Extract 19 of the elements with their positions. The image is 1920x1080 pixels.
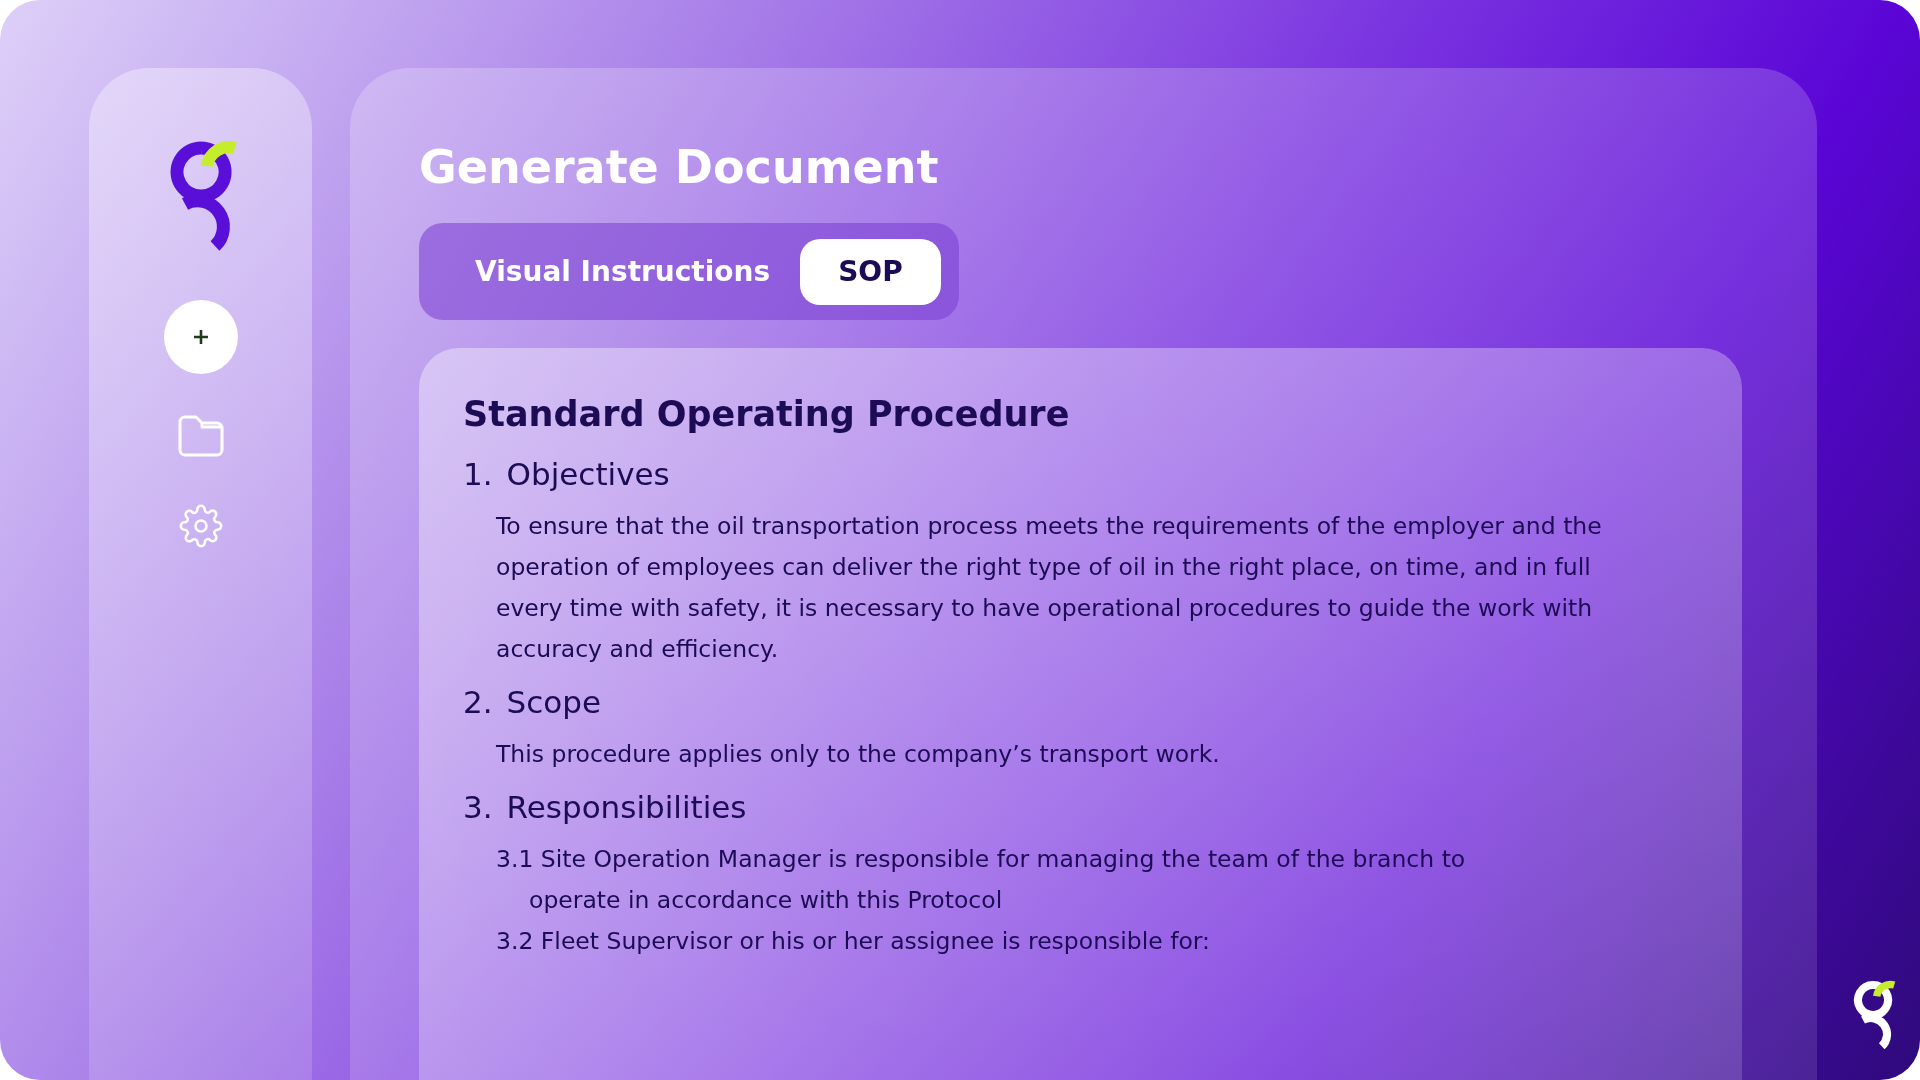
folder-icon	[176, 414, 225, 458]
document-title: Standard Operating Procedure	[463, 394, 1071, 435]
settings-icon	[178, 504, 223, 548]
section-number: 2.	[463, 684, 493, 721]
section-heading: Responsibilities	[506, 789, 747, 826]
settings-button[interactable]	[178, 504, 223, 548]
section-paragraph: This procedure applies only to the company’s transport work.	[496, 739, 1221, 771]
section-heading: Scope	[506, 684, 602, 721]
numbered-item: 3.1 Site Operation Manager is responsible for managing the team of the branch to operate in accordance with this Protocol	[496, 844, 1467, 917]
folder-button[interactable]	[176, 414, 225, 458]
page-title: Generate Document	[419, 140, 940, 196]
section-paragraph: To ensure that the oil transportation process meets the requirements of the employer and the operation of employees can deliver the right type of oil in the right place, on time, and in full every time with safety, it is necessary to have operational procedures to guide the work with accuracy and efficiency.	[496, 511, 1603, 666]
numbered-item: 3.2 Fleet Supervisor or his or her assignee is responsible for:	[496, 926, 1212, 958]
section-heading: Objectives	[506, 456, 670, 493]
document-type-tab[interactable]: SOP	[800, 238, 941, 305]
plus-icon	[192, 329, 209, 345]
section-number: 1.	[463, 456, 493, 493]
section-number: 3.	[463, 789, 493, 826]
document-type-tab[interactable]: Visual Instructions	[475, 238, 771, 305]
